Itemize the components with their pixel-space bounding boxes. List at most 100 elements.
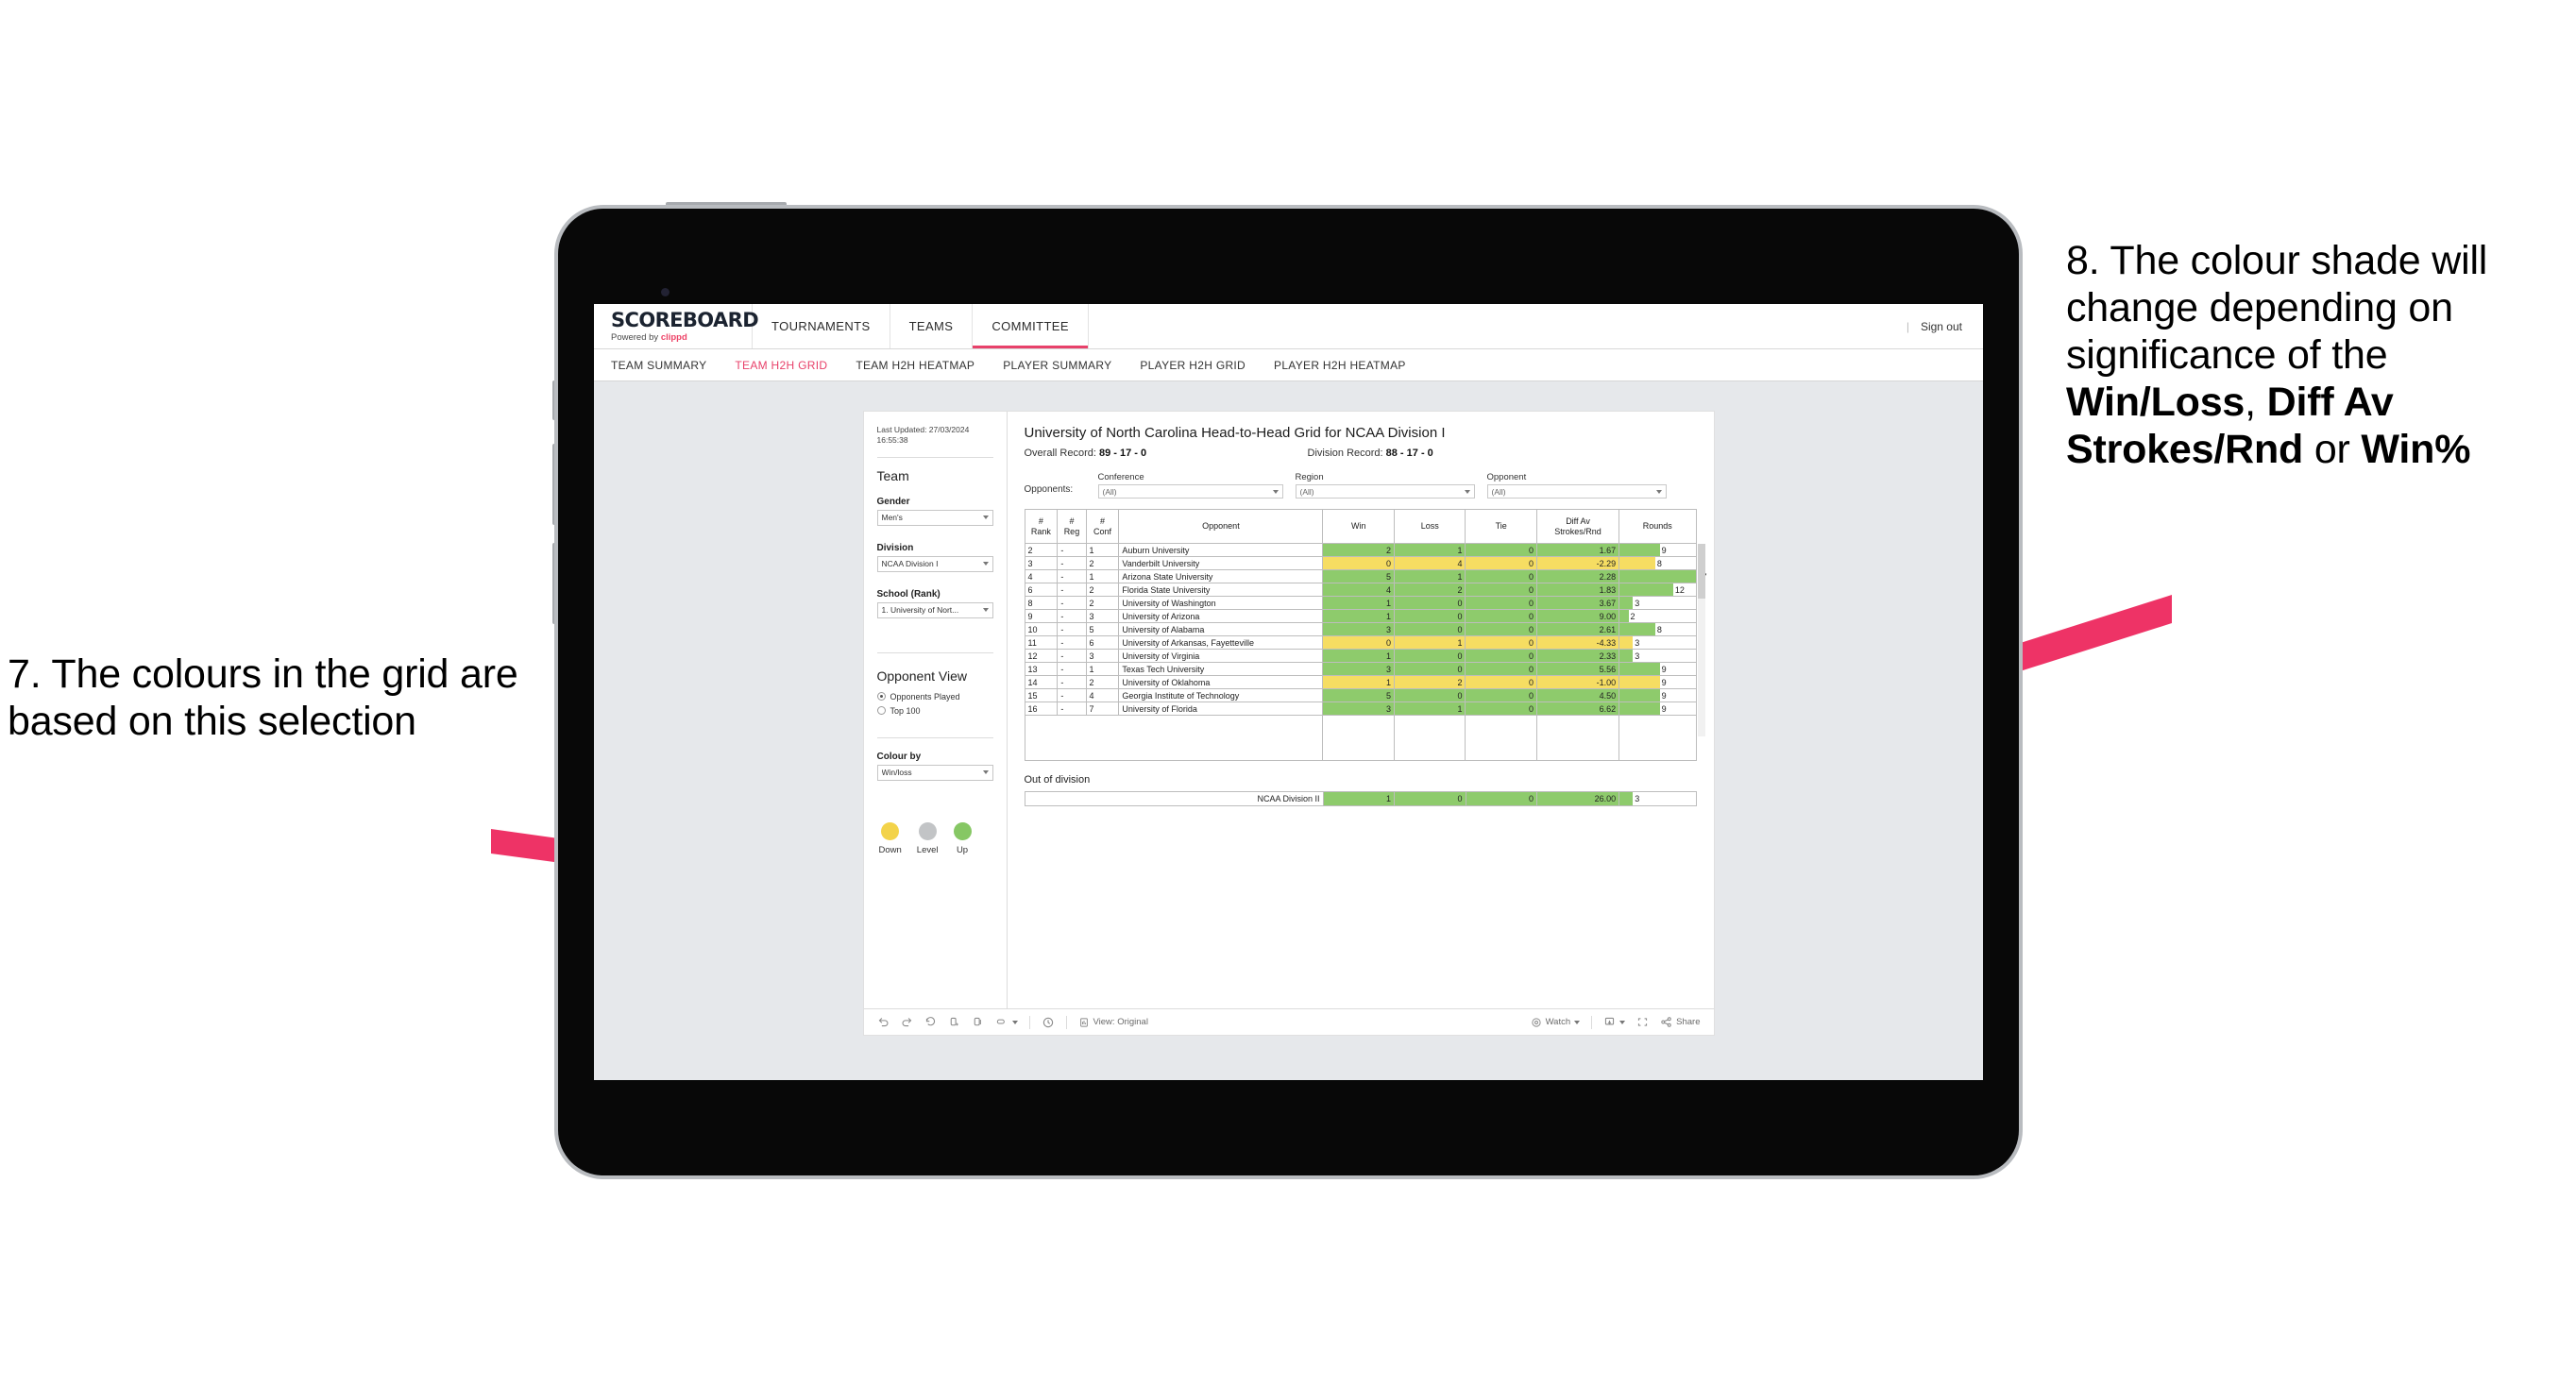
overall-record-value: 89 - 17 - 0 <box>1098 448 1147 459</box>
cell-conf: 2 <box>1085 596 1120 610</box>
fullscreen-icon[interactable] <box>1636 1016 1649 1028</box>
filter-conference: Conference (All) <box>1097 472 1283 499</box>
cell-tie: 0 <box>1465 609 1537 623</box>
redo-icon[interactable] <box>901 1016 913 1028</box>
filter-conference-value: (All) <box>1102 486 1117 497</box>
cell-rounds: 3 <box>1618 649 1697 663</box>
chevron-down-icon <box>1272 489 1279 494</box>
cell-diff: 6.62 <box>1535 701 1620 716</box>
tab-team-h2h-grid[interactable]: TEAM H2H GRID <box>735 359 827 372</box>
col-diff-l2: Strokes/Rnd <box>1554 526 1602 536</box>
out-of-division-row[interactable]: NCAA Division II 1 0 0 26.00 3 <box>1024 791 1697 806</box>
brand-logo[interactable]: SCOREBOARD Powered by clippd <box>594 304 759 348</box>
cell-win: 1 <box>1322 649 1395 663</box>
table-row[interactable]: 8-2 University of Washington 1 0 0 3.67 3 <box>1024 596 1697 610</box>
cell-rank: 11 <box>1024 635 1059 650</box>
tab-team-summary[interactable]: TEAM SUMMARY <box>611 359 706 372</box>
cell-win: 4 <box>1322 583 1395 597</box>
cell-rank: 2 <box>1024 543 1059 557</box>
table-row[interactable]: 13-1 Texas Tech University 3 0 0 5.56 9 <box>1024 662 1697 676</box>
division-label: Division <box>876 542 914 553</box>
table-row[interactable]: 2-1 Auburn University 2 1 0 1.67 9 <box>1024 543 1697 557</box>
school-select[interactable]: 1. University of Nort... <box>876 601 993 618</box>
download-button[interactable] <box>1603 1016 1626 1028</box>
table-row[interactable]: 11-6 University of Arkansas, Fayetteville… <box>1024 635 1697 650</box>
cell-diff: 3.67 <box>1535 596 1620 610</box>
tab-player-h2h-grid-label: PLAYER H2H GRID <box>1140 358 1246 372</box>
table-row[interactable]: 6-2 Florida State University 4 2 0 1.83 12 <box>1024 583 1697 597</box>
cell-rounds: 3 <box>1618 596 1697 610</box>
filter-sidebar: Last Updated: 27/03/2024 16:55:38 Team G… <box>864 412 1008 1008</box>
pause-icon[interactable] <box>972 1016 984 1028</box>
filter-opponent-select[interactable]: (All) <box>1486 484 1667 499</box>
cell-win: 0 <box>1322 556 1395 570</box>
table-padding-row <box>1024 715 1697 761</box>
cell-diff: 4.50 <box>1535 688 1620 702</box>
cell-tie: 0 <box>1465 635 1537 650</box>
radio-top-100[interactable]: Top 100 <box>876 706 993 716</box>
cell-win: 0 <box>1322 635 1395 650</box>
col-diff-av-strokes: Diff Av Strokes/Rnd <box>1535 509 1620 544</box>
table-row[interactable]: 9-3 University of Arizona 1 0 0 9.00 2 <box>1024 609 1697 623</box>
nav-item-teams[interactable]: TEAMS <box>890 304 974 348</box>
filter-conference-select[interactable]: (All) <box>1097 484 1283 499</box>
tab-player-summary[interactable]: PLAYER SUMMARY <box>1003 359 1111 372</box>
cell-rounds: 8 <box>1618 622 1697 636</box>
annotation-8-bold-winpct: Win% <box>2361 426 2471 472</box>
cell-loss: 0 <box>1393 622 1466 636</box>
tab-team-h2h-heatmap[interactable]: TEAM H2H HEATMAP <box>856 359 974 372</box>
col-rank-l1: # <box>1038 516 1043 527</box>
legend-item-level: Level <box>917 821 939 855</box>
watch-button[interactable]: Watch <box>1531 1017 1581 1028</box>
table-row[interactable]: 4-1Arizona State University5102.2817 <box>1024 569 1707 583</box>
grid-scrollbar-thumb[interactable] <box>1697 544 1705 599</box>
cell-rank: 16 <box>1024 701 1059 716</box>
loop-icon[interactable] <box>995 1016 1018 1028</box>
cell-rank: 3 <box>1024 556 1059 570</box>
chevron-down-icon <box>1619 1020 1626 1024</box>
cell-rank: 14 <box>1024 675 1059 689</box>
cell-loss: 1 <box>1393 701 1466 716</box>
dashboard-area: Last Updated: 27/03/2024 16:55:38 Team G… <box>594 381 1983 1080</box>
annotation-7: 7. The colours in the grid are based on … <box>8 651 574 746</box>
sign-out-button[interactable]: | Sign out <box>1907 304 1983 348</box>
division-select[interactable]: NCAA Division I <box>876 555 993 572</box>
table-row[interactable]: 3-2 Vanderbilt University 0 4 0 -2.29 8 <box>1024 556 1697 570</box>
pause-auto-update-icon[interactable] <box>1042 1016 1055 1029</box>
view-original-button[interactable]: View: Original <box>1078 1017 1148 1028</box>
division-value: NCAA Division I <box>881 559 939 569</box>
division-record: Division Record: 88 - 17 - 0 <box>1308 448 1433 459</box>
nav-item-tournaments[interactable]: TOURNAMENTS <box>753 304 890 348</box>
grid-scrollbar[interactable] <box>1697 544 1705 736</box>
annotation-7-text: 7. The colours in the grid are based on … <box>8 651 518 744</box>
table-row[interactable]: 10-5 University of Alabama 3 0 0 2.61 8 <box>1024 622 1697 636</box>
dashboard-container: Last Updated: 27/03/2024 16:55:38 Team G… <box>863 412 1714 1035</box>
tab-player-h2h-grid[interactable]: PLAYER H2H GRID <box>1140 359 1246 372</box>
cell-opponent: University of Arizona <box>1118 609 1324 623</box>
table-row[interactable]: 14-2 University of Oklahoma 1 2 0 -1.00 9 <box>1024 675 1697 689</box>
filter-region-select[interactable]: (All) <box>1295 484 1475 499</box>
radio-opponents-played[interactable]: Opponents Played <box>876 692 993 701</box>
table-row[interactable]: 12-3 University of Virginia 1 0 0 2.33 3 <box>1024 649 1697 663</box>
table-row[interactable]: 16-7 University of Florida 3 1 0 6.62 9 <box>1024 701 1697 716</box>
refresh-icon[interactable] <box>948 1016 960 1028</box>
share-button[interactable]: Share <box>1660 1016 1701 1028</box>
filter-opponent: Opponent (All) <box>1486 472 1667 499</box>
cell-loss: 0 <box>1393 662 1466 676</box>
tab-player-h2h-heatmap[interactable]: PLAYER H2H HEATMAP <box>1274 359 1406 372</box>
tablet-screen: SCOREBOARD Powered by clippd TOURNAMENTS… <box>594 304 1983 1080</box>
colour-by-select[interactable]: Win/loss <box>876 764 993 781</box>
cell-loss: 4 <box>1393 556 1466 570</box>
undo-icon[interactable] <box>877 1016 890 1028</box>
gender-select[interactable]: Men's <box>876 509 993 526</box>
sub-navigation: TEAM SUMMARY TEAM H2H GRID TEAM H2H HEAT… <box>594 349 1983 381</box>
filter-opponent-value: (All) <box>1491 486 1506 497</box>
table-row[interactable]: 15-4 Georgia Institute of Technology 5 0 0 4.… <box>1024 688 1697 702</box>
col-reg-l1: # <box>1069 516 1075 527</box>
toolbar-divider-2 <box>1065 1015 1067 1029</box>
revert-icon[interactable] <box>924 1016 937 1028</box>
cell-ood-rounds: 3 <box>1618 791 1697 806</box>
legend-label-up: Up <box>956 844 969 855</box>
cell-conf: 4 <box>1085 688 1120 702</box>
nav-item-committee[interactable]: COMMITTEE <box>973 304 1089 348</box>
